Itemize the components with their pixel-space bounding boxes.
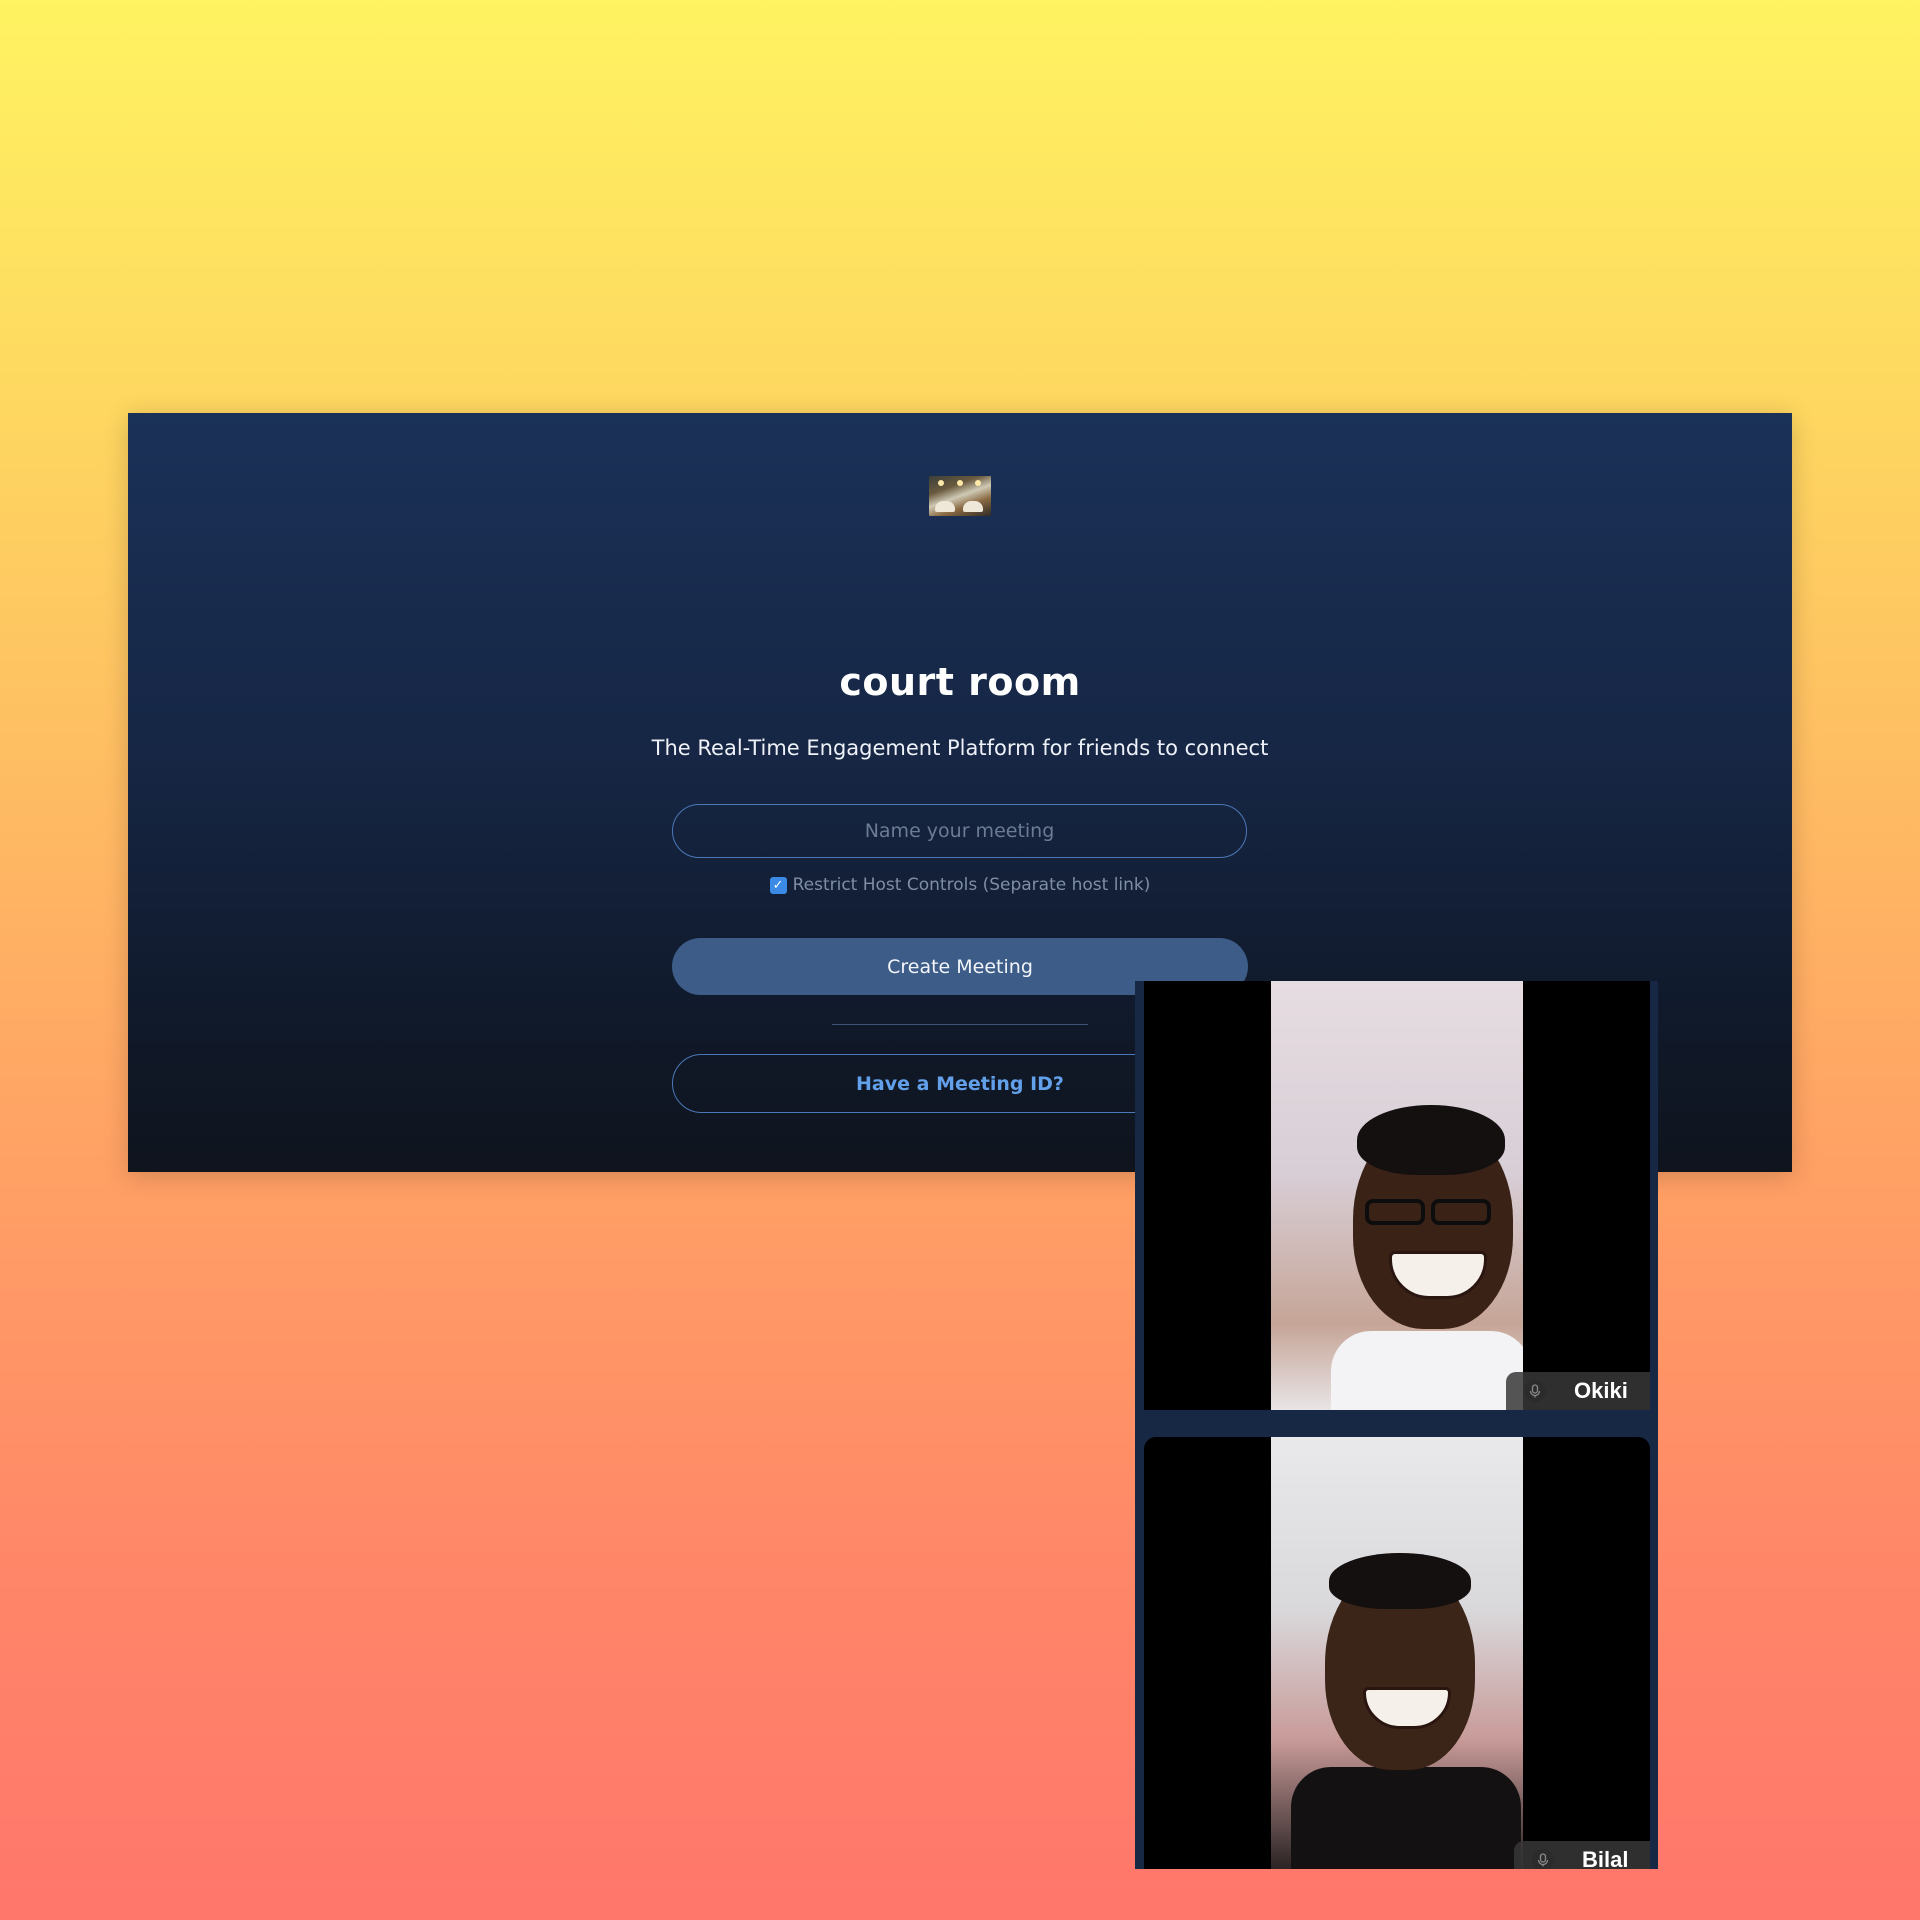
- participant-video: [1271, 1437, 1523, 1869]
- participant-name-tag: Okiki: [1506, 1372, 1650, 1410]
- participant-video-panel: Okiki Bilal: [1135, 981, 1658, 1869]
- restrict-host-checkbox[interactable]: ✓: [769, 876, 787, 894]
- page-subtitle: The Real-Time Engagement Platform for fr…: [651, 736, 1269, 760]
- participant-name: Bilal: [1582, 1847, 1629, 1869]
- divider: [832, 1024, 1088, 1025]
- restrict-host-controls-row: ✓ Restrict Host Controls (Separate host …: [128, 875, 1792, 895]
- video-tile[interactable]: Bilal: [1144, 1437, 1650, 1869]
- video-tile[interactable]: Okiki: [1144, 981, 1650, 1410]
- participant-video: [1271, 981, 1523, 1410]
- microphone-icon: [1532, 1849, 1554, 1869]
- restrict-host-label: Restrict Host Controls (Separate host li…: [792, 875, 1151, 895]
- participant-name-tag: Bilal: [1514, 1841, 1650, 1869]
- meeting-name-input[interactable]: [672, 804, 1247, 858]
- page-title: court room: [839, 660, 1081, 704]
- app-logo: [929, 476, 991, 516]
- microphone-icon: [1524, 1380, 1546, 1402]
- participant-name: Okiki: [1574, 1378, 1628, 1403]
